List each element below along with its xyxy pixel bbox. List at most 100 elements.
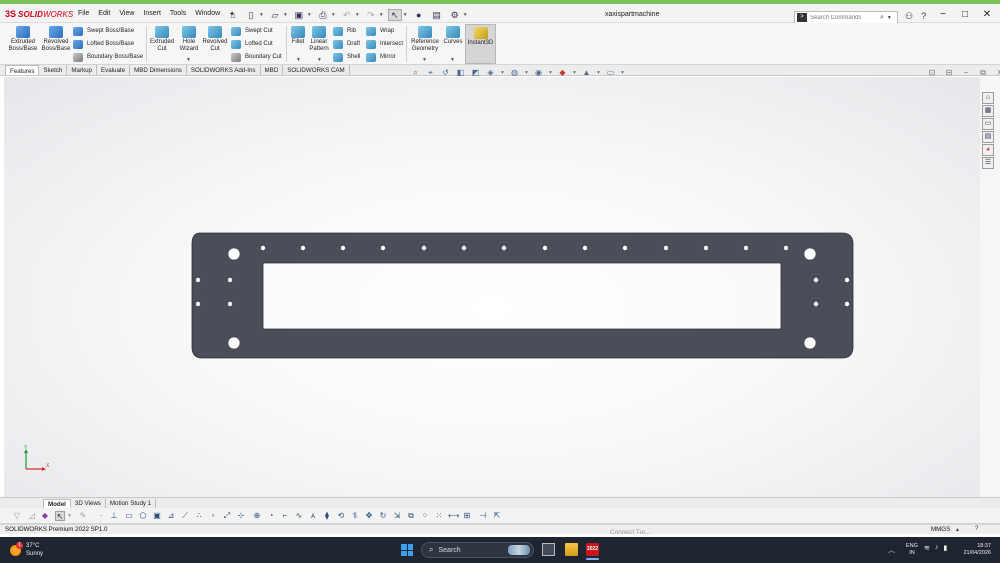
close-icon[interactable]: ✕	[979, 9, 995, 20]
show-hidden-icons-icon[interactable]: ︿	[888, 545, 895, 555]
save-icon[interactable]: ▣	[292, 9, 306, 21]
tab-evaluate[interactable]: Evaluate	[97, 65, 131, 75]
wifi-icon[interactable]: ≋	[924, 544, 930, 552]
line-icon[interactable]: ⊥	[109, 511, 119, 521]
instant3d-button[interactable]: Instant3D	[465, 24, 496, 64]
rectangle-icon[interactable]: ▭	[124, 511, 134, 521]
grid-point-icon[interactable]: ∴	[194, 511, 204, 521]
task-view-icon[interactable]	[542, 543, 555, 556]
search-commands-input[interactable]	[810, 14, 880, 21]
file-explorer-icon[interactable]: ▭	[982, 118, 994, 130]
windows-start-icon[interactable]	[401, 544, 413, 556]
rapid-sketch-icon[interactable]: ⇱	[492, 511, 502, 521]
language-indicator[interactable]: ENG IN	[906, 543, 918, 557]
tab-motion-study-1[interactable]: Motion Study 1	[106, 499, 157, 508]
boundary-boss-button[interactable]: Boundary Boss/Base	[73, 51, 143, 63]
redo-icon[interactable]: ↷	[364, 9, 378, 21]
menu-edit[interactable]: Edit	[98, 10, 110, 18]
draft-button[interactable]: Draft	[333, 38, 360, 50]
rebuild-icon[interactable]: ●	[412, 9, 426, 21]
solidworks-resources-icon[interactable]: ⌂	[982, 92, 994, 104]
shell-button[interactable]: Shell	[333, 51, 360, 63]
circular-sketch-pattern-icon[interactable]: ⁙	[434, 511, 444, 521]
redo-dropdown-icon[interactable]: ▼	[379, 12, 384, 18]
offset-icon[interactable]: ▫	[208, 511, 218, 521]
maximize-icon[interactable]: □	[957, 9, 973, 20]
file-properties-icon[interactable]: ▤	[430, 9, 444, 21]
trim-icon[interactable]: ⤢	[222, 511, 232, 521]
select-dropdown-icon[interactable]: ▼	[67, 511, 72, 521]
graphics-area[interactable]: Y X	[4, 77, 980, 497]
tab-model[interactable]: Model	[43, 499, 71, 508]
tab-solidworks-addins[interactable]: SOLIDWORKS Add-Ins	[187, 65, 261, 75]
new-document-icon[interactable]: ▯	[244, 9, 258, 21]
file-explorer-taskbar-icon[interactable]	[565, 543, 578, 556]
tab-3d-views[interactable]: 3D Views	[71, 499, 106, 508]
3d-box-icon[interactable]: ▣	[152, 511, 162, 521]
extruded-boss-button[interactable]: Extruded Boss/Base	[6, 24, 40, 53]
mirror-entities-icon[interactable]: ⧫	[322, 511, 332, 521]
tab-features[interactable]: Features	[5, 65, 40, 75]
hole-wizard-dropdown-icon[interactable]: ▼	[186, 57, 191, 63]
revolved-boss-button[interactable]: Revolved Boss/Base	[40, 24, 72, 53]
home-icon[interactable]: ⌂	[226, 9, 240, 21]
menu-view[interactable]: View	[119, 10, 134, 18]
intersect-button[interactable]: Intersect	[366, 38, 403, 50]
print-dropdown-icon[interactable]: ▼	[331, 12, 336, 18]
user-icon[interactable]: ⚇	[905, 11, 913, 22]
relations-icon[interactable]: ⊞	[462, 511, 472, 521]
taskbar-search[interactable]: ⌕ Search	[421, 542, 534, 558]
new-dropdown-icon[interactable]: ▼	[259, 12, 264, 18]
scale-entities-icon[interactable]: ⇲	[392, 511, 402, 521]
tab-markup[interactable]: Markup	[67, 65, 97, 75]
sketch-circle-icon[interactable]: ⊕	[252, 511, 262, 521]
rib-button[interactable]: Rib	[333, 25, 356, 37]
menu-tools[interactable]: Tools	[170, 10, 186, 18]
tab-solidworks-cam[interactable]: SOLIDWORKS CAM	[283, 65, 350, 75]
open-dropdown-icon[interactable]: ▼	[283, 12, 288, 18]
view-palette-icon[interactable]: ▤	[982, 131, 994, 143]
slot-icon[interactable]: ⊿	[166, 511, 176, 521]
convert-entities-icon[interactable]: ⟲	[336, 511, 346, 521]
open-icon[interactable]: ▱	[268, 9, 282, 21]
mirror-button[interactable]: Mirror	[366, 51, 396, 63]
undo-icon[interactable]: ↶	[340, 9, 354, 21]
tab-sketch[interactable]: Sketch	[39, 65, 68, 75]
quick-snaps-icon[interactable]: ⊣	[478, 511, 488, 521]
sketch-fillet-icon[interactable]: ⌐	[280, 511, 290, 521]
construction-icon[interactable]: ⊹	[236, 511, 246, 521]
select-dropdown-icon[interactable]: ▼	[403, 12, 408, 18]
swept-cut-button[interactable]: Swept Cut	[231, 25, 273, 37]
lofted-boss-button[interactable]: Lofted Boss/Base	[73, 38, 134, 50]
filter-faces-icon[interactable]: ◆	[40, 511, 50, 521]
status-help-icon[interactable]: ?	[975, 526, 978, 532]
linear-pattern-dropdown-icon[interactable]: ▼	[317, 57, 322, 63]
curves-dropdown-icon[interactable]: ▼	[450, 57, 455, 63]
unit-system-dropdown-icon[interactable]: ▲	[955, 527, 960, 533]
lasso-icon[interactable]: ✎	[78, 511, 88, 521]
fillet-button[interactable]: Fillet	[288, 24, 308, 46]
custom-properties-icon[interactable]: ☰	[982, 157, 994, 169]
sketch-spline-icon[interactable]: ∿	[294, 511, 304, 521]
rotate-entities-icon[interactable]: ↻	[378, 511, 388, 521]
menu-file[interactable]: File	[78, 10, 89, 18]
search-dropdown-icon[interactable]: ▼	[887, 15, 892, 21]
solidworks-taskbar-icon[interactable]: 2022	[586, 543, 599, 556]
smart-dimension-icon[interactable]: ⟷	[448, 511, 459, 521]
linear-sketch-pattern-icon[interactable]: ⁘	[420, 511, 430, 521]
tab-mbd[interactable]: MBD	[261, 65, 284, 75]
sketch-text-icon[interactable]: ᴀ	[308, 511, 318, 521]
swept-boss-button[interactable]: Swept Boss/Base	[73, 25, 134, 37]
filter-edges-icon[interactable]: ◿	[27, 511, 37, 521]
print-icon[interactable]: ⎙	[316, 9, 330, 21]
undo-dropdown-icon[interactable]: ▼	[355, 12, 360, 18]
system-clock[interactable]: 18:37 21/04/2026	[955, 543, 991, 557]
select-tool-icon[interactable]: ↖	[55, 511, 65, 521]
fillet-dropdown-icon[interactable]: ▼	[296, 57, 301, 63]
wrap-button[interactable]: Wrap	[366, 25, 394, 37]
hole-wizard-button[interactable]: Hole Wizard	[176, 24, 202, 53]
centerline-icon[interactable]: ⟋	[180, 511, 190, 521]
boundary-cut-button[interactable]: Boundary Cut	[231, 51, 282, 63]
part-plate[interactable]	[191, 232, 854, 359]
battery-icon[interactable]: ▮	[943, 544, 947, 552]
